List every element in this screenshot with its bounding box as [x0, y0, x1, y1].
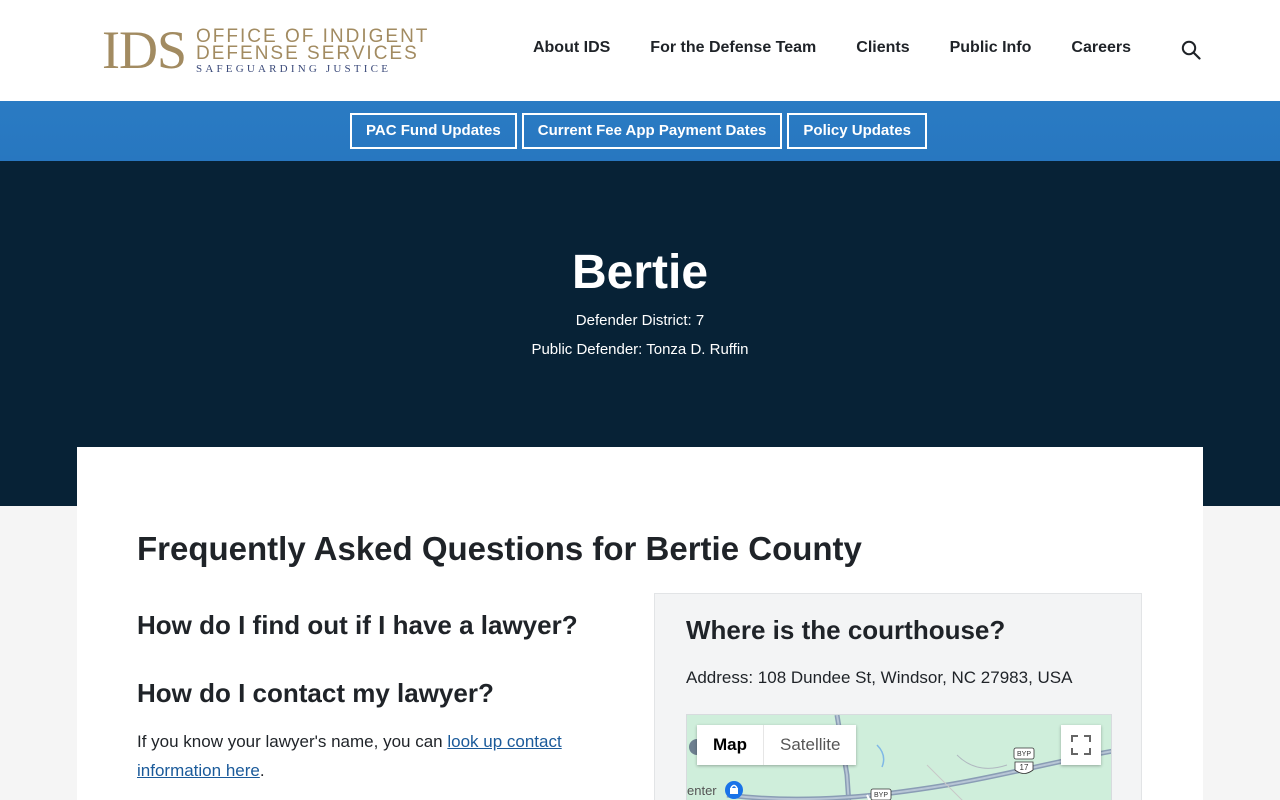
courthouse-heading: Where is the courthouse?: [686, 615, 1006, 645]
search-icon[interactable]: [1181, 40, 1201, 60]
logo-tagline: SAFEGUARDING JUSTICE: [196, 63, 392, 75]
route-badge-17: 17: [1020, 763, 1029, 772]
ids-logo[interactable]: IDS OFFICE OF INDIGENT DEFENSE SERVICES …: [102, 20, 429, 80]
site-header: IDS OFFICE OF INDIGENT DEFENSE SERVICES …: [0, 0, 1280, 101]
courthouse-map[interactable]: BYP 17 BYP enter Map Satellite: [686, 714, 1112, 800]
nav-careers[interactable]: Careers: [1071, 38, 1131, 58]
defender-district: Defender District: 7: [575, 312, 705, 329]
courthouse-panel: Where is the courthouse? Address: 108 Du…: [654, 593, 1142, 800]
fullscreen-icon[interactable]: [1061, 725, 1101, 765]
logo-text: OFFICE OF INDIGENT DEFENSE SERVICES SAFE…: [196, 26, 429, 76]
logo-abbr: IDS: [102, 20, 187, 80]
answer-suffix: .: [259, 761, 265, 780]
route-badge-byp-2: BYP: [874, 792, 888, 799]
nav-for-the-defense-team[interactable]: For the Defense Team: [650, 38, 816, 58]
question-find-lawyer: How do I find out if I have a lawyer?: [137, 610, 578, 640]
nav-clients[interactable]: Clients: [856, 38, 909, 58]
policy-updates-button[interactable]: Policy Updates: [787, 113, 927, 149]
pac-fund-updates-button[interactable]: PAC Fund Updates: [350, 113, 517, 149]
route-badge-byp: BYP: [1017, 751, 1031, 758]
nav-about-ids[interactable]: About IDS: [533, 38, 610, 58]
map-tab-button[interactable]: Map: [697, 725, 763, 765]
content-card: Frequently Asked Questions for Bertie Co…: [77, 447, 1203, 800]
map-type-toggle: Map Satellite: [697, 725, 857, 765]
question-contact-lawyer: How do I contact my lawyer?: [137, 678, 494, 708]
map-place-label: enter: [687, 783, 717, 798]
satellite-tab-button[interactable]: Satellite: [763, 725, 856, 765]
fee-app-payment-dates-button[interactable]: Current Fee App Payment Dates: [521, 113, 783, 149]
nav-public-info[interactable]: Public Info: [950, 38, 1032, 58]
faq-heading: Frequently Asked Questions for Bertie Co…: [137, 530, 862, 567]
answer-contact-lawyer: If you know your lawyer's name, you can …: [137, 727, 607, 785]
announcement-strip: PAC Fund Updates Current Fee App Payment…: [0, 101, 1280, 161]
courthouse-address: Address: 108 Dundee St, Windsor, NC 2798…: [686, 668, 1073, 687]
main-nav: About IDS For the Defense Team Clients P…: [533, 38, 1131, 58]
announcement-buttons: PAC Fund Updates Current Fee App Payment…: [350, 113, 927, 149]
page-title: Bertie: [571, 246, 709, 299]
logo-line-2: DEFENSE SERVICES: [196, 43, 419, 64]
public-defender: Public Defender: Tonza D. Ruffin: [531, 341, 749, 358]
answer-text: If you know your lawyer's name, you can: [137, 732, 448, 751]
